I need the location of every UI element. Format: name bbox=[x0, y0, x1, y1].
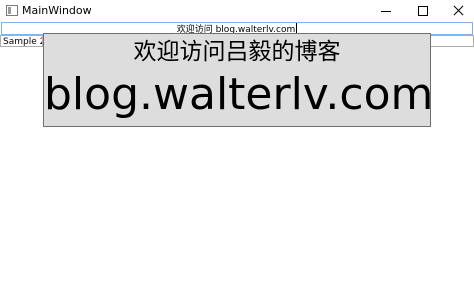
title-bar[interactable]: MainWindow bbox=[0, 0, 474, 22]
welcome-button[interactable]: 欢迎访问吕毅的博客 blog.walterlv.com bbox=[43, 33, 434, 127]
sample-2-label: Sample 2 bbox=[3, 37, 43, 47]
maximize-button[interactable] bbox=[406, 0, 440, 22]
minimize-button[interactable] bbox=[369, 0, 403, 22]
close-button[interactable] bbox=[440, 0, 474, 22]
blog-url-text: blog.walterlv.com bbox=[44, 69, 434, 120]
window-app-icon[interactable] bbox=[6, 5, 18, 16]
text-caret bbox=[296, 23, 298, 33]
window-title: MainWindow bbox=[22, 4, 92, 17]
sample-2-field-right[interactable] bbox=[431, 35, 474, 47]
welcome-heading: 欢迎访问吕毅的博客 bbox=[133, 39, 341, 65]
main-window: MainWindow 欢迎访问 blog.walterlv.com Sample… bbox=[0, 0, 474, 292]
sample-2-field[interactable]: Sample 2 bbox=[0, 35, 43, 47]
